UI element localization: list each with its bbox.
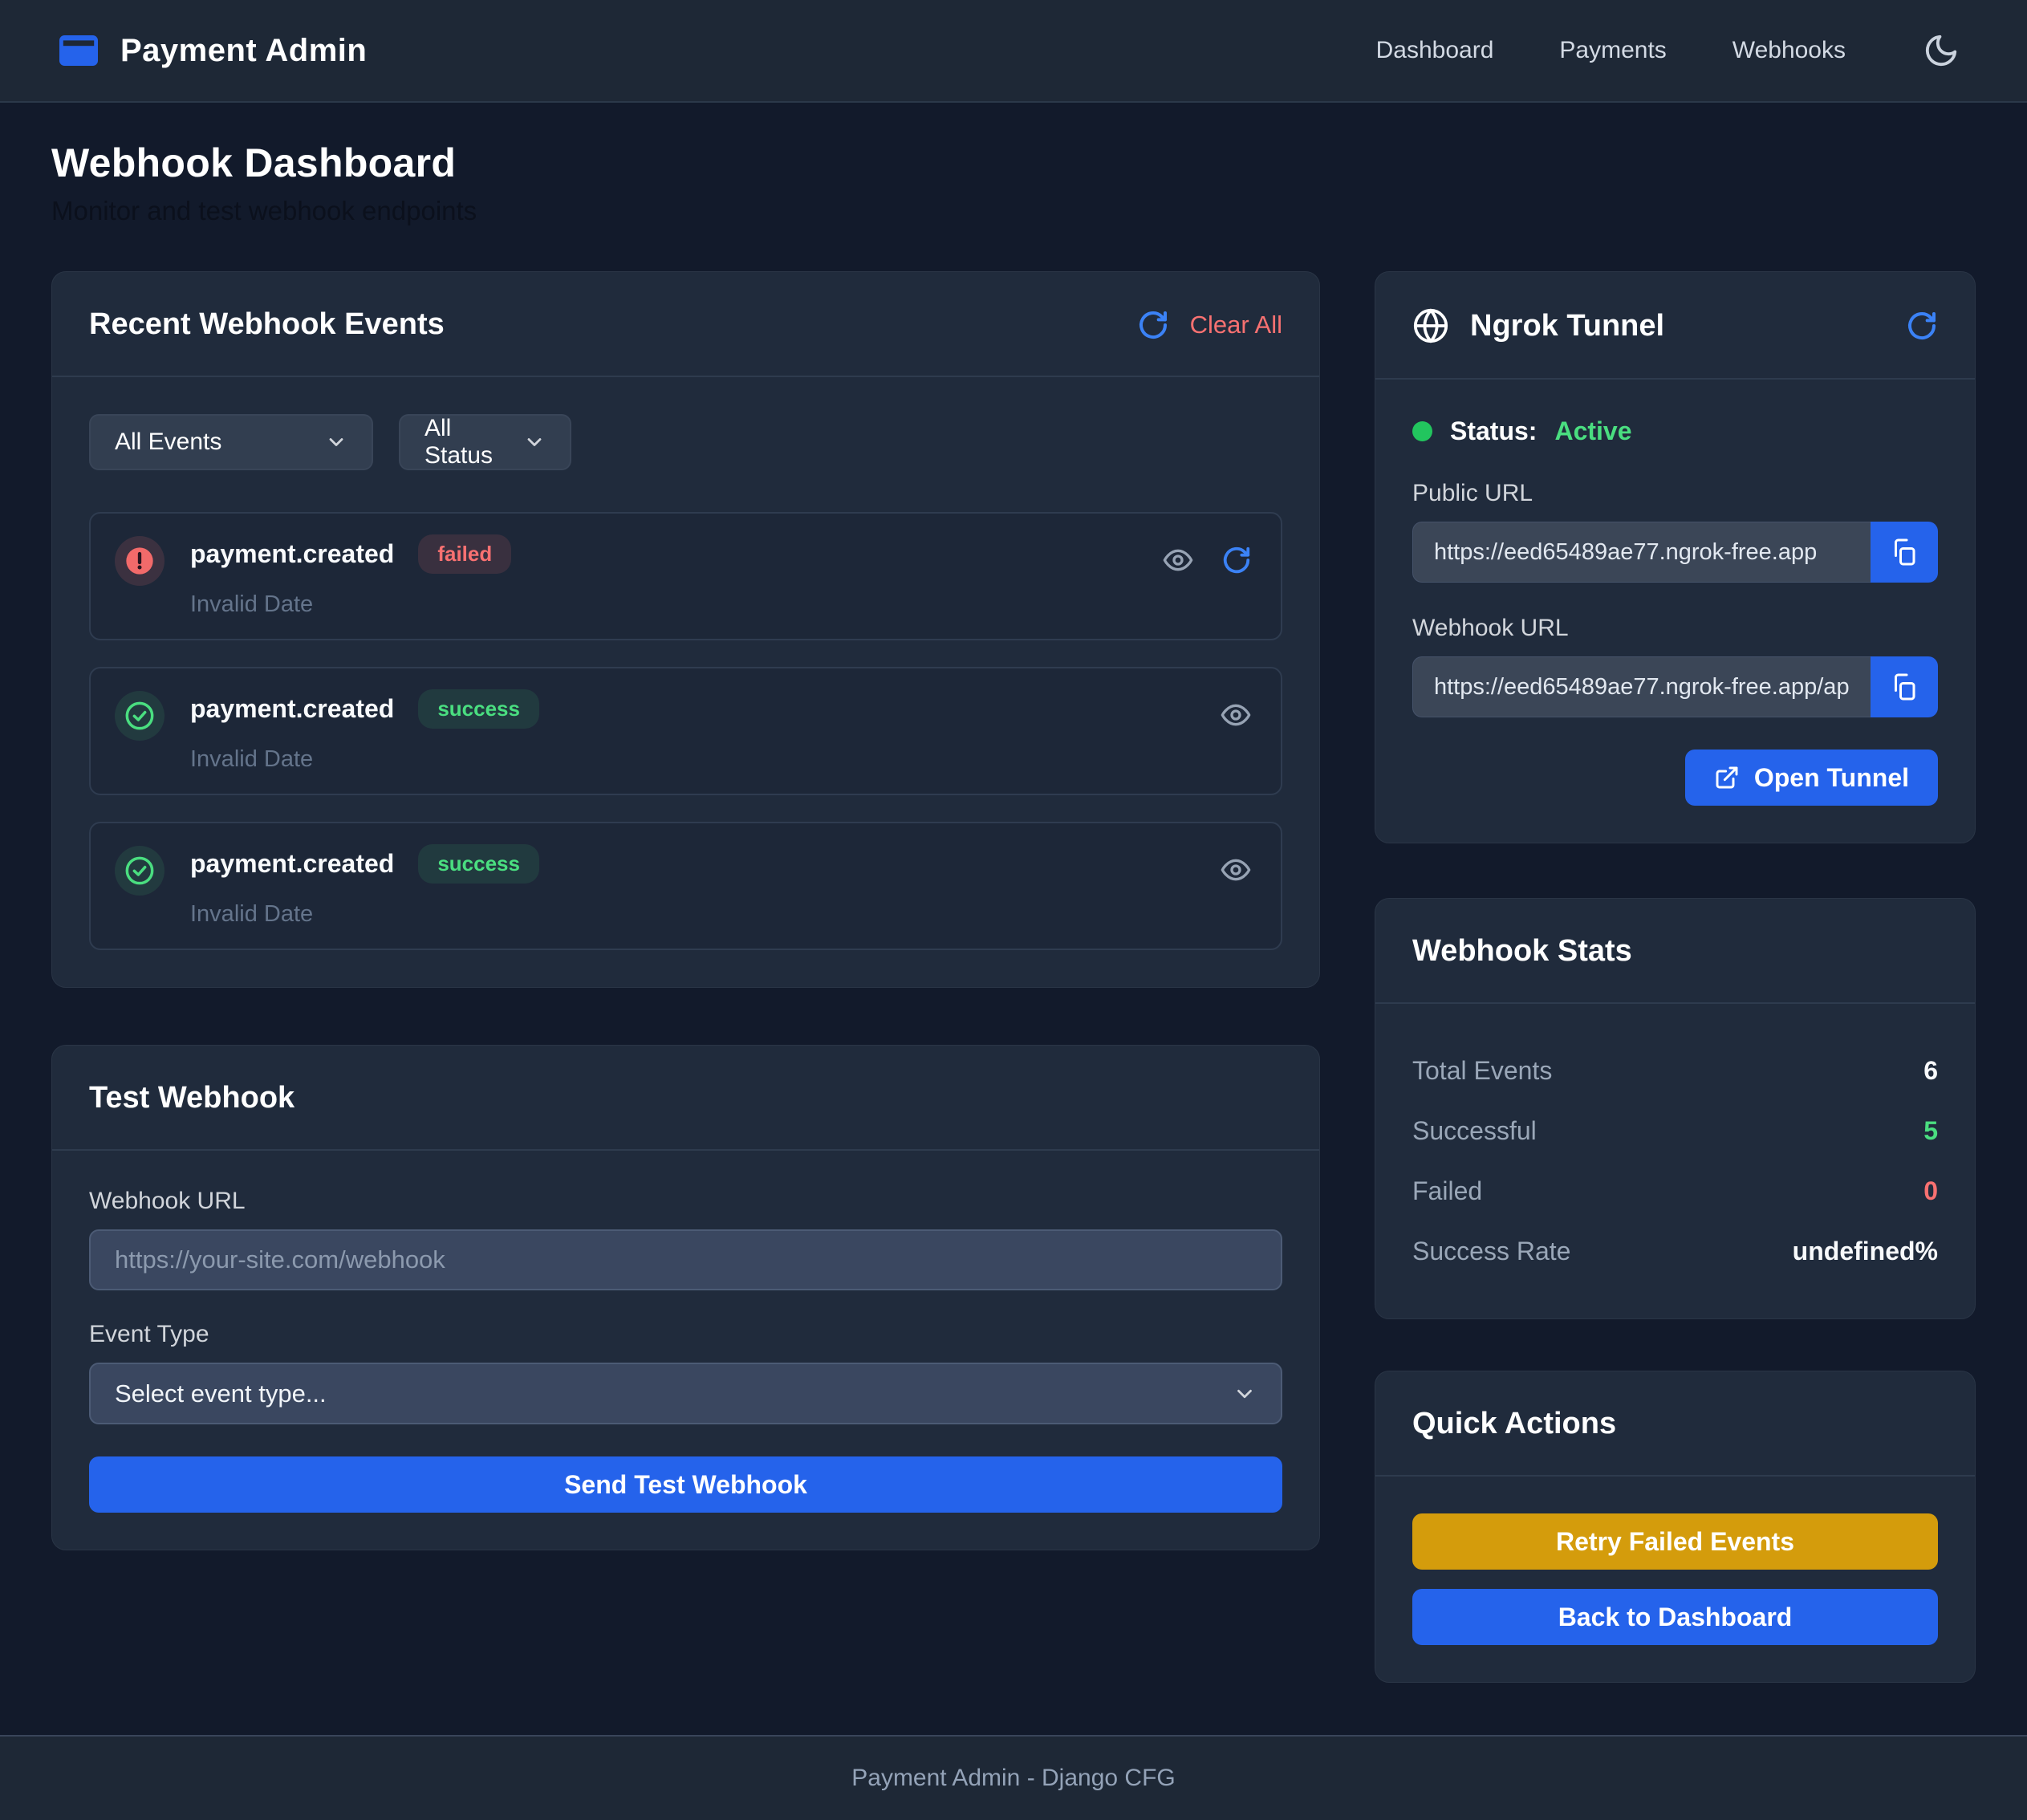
event-row: payment.created success Invalid Date xyxy=(89,822,1282,950)
retry-event-button[interactable] xyxy=(1221,545,1252,575)
event-name: payment.created xyxy=(190,694,394,724)
page-subtitle: Monitor and test webhook endpoints xyxy=(51,196,1976,226)
credit-card-icon xyxy=(58,34,100,67)
globe-icon xyxy=(1412,307,1449,344)
public-url-label: Public URL xyxy=(1412,480,1938,507)
stat-value: undefined% xyxy=(1793,1237,1938,1266)
retry-icon xyxy=(1221,545,1252,575)
ngrok-tunnel-card: Ngrok Tunnel xyxy=(1375,271,1976,843)
stat-value: 0 xyxy=(1923,1176,1938,1206)
nav-item-dashboard[interactable]: Dashboard xyxy=(1376,37,1494,64)
status-filter[interactable]: All Status xyxy=(399,414,571,470)
event-type-select-value: Select event type... xyxy=(115,1379,1233,1408)
external-link-icon xyxy=(1714,765,1740,790)
navbar: Payment Admin Dashboard Payments Webhook… xyxy=(0,0,2027,103)
event-row: payment.created success Invalid Date xyxy=(89,667,1282,795)
view-event-button[interactable] xyxy=(1220,699,1252,731)
back-to-dashboard-button[interactable]: Back to Dashboard xyxy=(1412,1589,1938,1645)
stat-value: 6 xyxy=(1923,1056,1938,1086)
stat-value: 5 xyxy=(1923,1116,1938,1146)
webhook-url-input[interactable] xyxy=(89,1229,1282,1290)
chevron-down-icon xyxy=(523,431,546,453)
chevron-down-icon xyxy=(325,431,347,453)
stat-row: Failed 0 xyxy=(1412,1161,1938,1221)
webhook-url-label: Webhook URL xyxy=(89,1188,1282,1215)
retry-failed-events-button[interactable]: Retry Failed Events xyxy=(1412,1513,1938,1570)
event-type-label: Event Type xyxy=(89,1321,1282,1348)
stat-label: Total Events xyxy=(1412,1056,1552,1086)
moon-icon xyxy=(1923,32,1960,69)
tunnel-webhook-url-label: Webhook URL xyxy=(1412,615,1938,642)
main-content: Webhook Dashboard Monitor and test webho… xyxy=(0,103,2027,1735)
refresh-icon xyxy=(1906,310,1938,342)
status-badge: success xyxy=(418,689,539,729)
page-title: Webhook Dashboard xyxy=(51,140,1976,186)
chevron-down-icon xyxy=(1233,1382,1257,1406)
copy-webhook-url-button[interactable] xyxy=(1871,656,1938,717)
copy-icon xyxy=(1890,672,1919,701)
stats-title: Webhook Stats xyxy=(1412,934,1632,969)
open-tunnel-label: Open Tunnel xyxy=(1754,763,1909,793)
event-timestamp: Invalid Date xyxy=(190,901,1220,928)
ngrok-title: Ngrok Tunnel xyxy=(1470,309,1664,343)
recent-events-card: Recent Webhook Events Clear All xyxy=(51,271,1320,988)
quick-actions-title: Quick Actions xyxy=(1412,1407,1616,1441)
stat-row: Total Events 6 xyxy=(1412,1041,1938,1101)
send-test-webhook-button[interactable]: Send Test Webhook xyxy=(89,1456,1282,1513)
brand[interactable]: Payment Admin xyxy=(58,33,367,69)
event-timestamp: Invalid Date xyxy=(190,746,1220,773)
clear-all-button[interactable]: Clear All xyxy=(1190,311,1282,339)
nav-item-webhooks[interactable]: Webhooks xyxy=(1732,37,1846,64)
event-row: payment.created failed Invalid Date xyxy=(89,512,1282,640)
check-circle-icon xyxy=(115,846,165,896)
status-dot xyxy=(1412,421,1432,441)
test-webhook-card: Test Webhook Webhook URL Event Type Sele… xyxy=(51,1045,1320,1550)
stat-label: Success Rate xyxy=(1412,1237,1570,1266)
stat-label: Failed xyxy=(1412,1176,1482,1206)
stat-row: Successful 5 xyxy=(1412,1101,1938,1161)
status-badge: failed xyxy=(418,534,511,574)
footer-text: Payment Admin - Django CFG xyxy=(851,1765,1176,1792)
theme-toggle-button[interactable] xyxy=(1923,32,1960,69)
footer: Payment Admin - Django CFG xyxy=(0,1735,2027,1820)
refresh-icon xyxy=(1137,309,1169,341)
eye-icon xyxy=(1220,854,1252,886)
tunnel-status-value: Active xyxy=(1554,416,1631,446)
event-name: payment.created xyxy=(190,539,394,569)
status-filter-value: All Status xyxy=(424,415,501,469)
copy-public-url-button[interactable] xyxy=(1871,522,1938,583)
public-url-input[interactable] xyxy=(1412,522,1871,583)
nav-item-payments[interactable]: Payments xyxy=(1559,37,1666,64)
eye-icon xyxy=(1220,699,1252,731)
event-type-filter[interactable]: All Events xyxy=(89,414,373,470)
status-badge: success xyxy=(418,844,539,884)
test-webhook-title: Test Webhook xyxy=(89,1081,295,1115)
event-type-select[interactable]: Select event type... xyxy=(89,1363,1282,1424)
copy-icon xyxy=(1890,538,1919,567)
event-filter-value: All Events xyxy=(115,429,303,456)
event-timestamp: Invalid Date xyxy=(190,591,1162,618)
refresh-tunnel-button[interactable] xyxy=(1906,310,1938,342)
nav-links: Dashboard Payments Webhooks xyxy=(1376,32,1960,69)
view-event-button[interactable] xyxy=(1162,544,1194,576)
open-tunnel-button[interactable]: Open Tunnel xyxy=(1685,750,1938,806)
event-name: payment.created xyxy=(190,849,394,879)
view-event-button[interactable] xyxy=(1220,854,1252,886)
webhook-stats-card: Webhook Stats Total Events 6 Successful … xyxy=(1375,898,1976,1319)
check-circle-icon xyxy=(115,691,165,741)
brand-title: Payment Admin xyxy=(120,33,367,69)
stat-row: Success Rate undefined% xyxy=(1412,1221,1938,1282)
quick-actions-card: Quick Actions Retry Failed Events Back t… xyxy=(1375,1371,1976,1683)
eye-icon xyxy=(1162,544,1194,576)
tunnel-status-label: Status: xyxy=(1450,416,1537,446)
alert-circle-icon xyxy=(115,536,165,586)
tunnel-webhook-url-input[interactable] xyxy=(1412,656,1871,717)
refresh-events-button[interactable] xyxy=(1137,309,1169,341)
recent-events-title: Recent Webhook Events xyxy=(89,307,445,342)
stat-label: Successful xyxy=(1412,1116,1537,1146)
